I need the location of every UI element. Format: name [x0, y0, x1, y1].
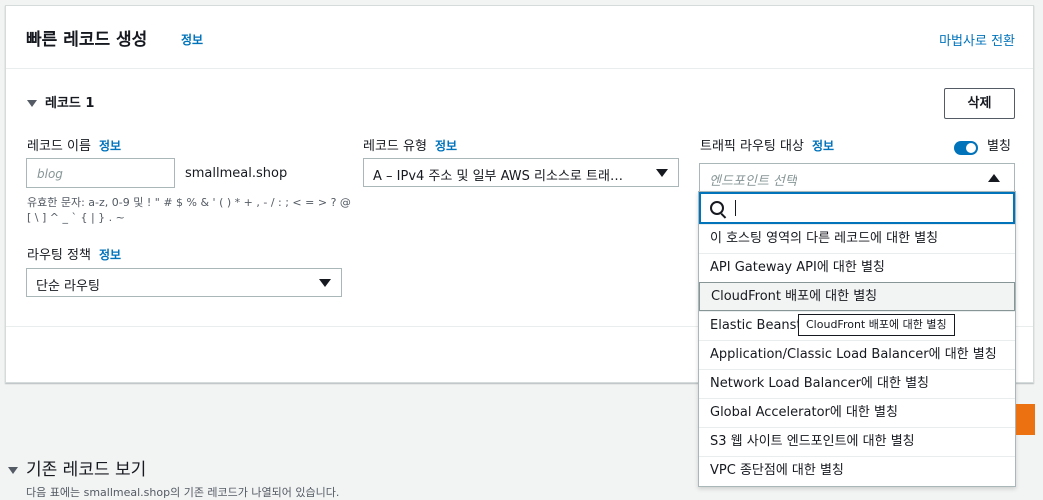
routing-policy-label: 라우팅 정책 정보: [27, 244, 121, 263]
endpoint-select[interactable]: 엔드포인트 선택: [699, 163, 1015, 193]
text-cursor: [735, 200, 736, 216]
record-type-label-text: 레코드 유형: [363, 139, 427, 154]
option-api-gateway[interactable]: API Gateway API에 대한 별칭: [699, 253, 1015, 282]
record-type-info-link[interactable]: 정보: [435, 139, 457, 153]
caret-down-icon: [27, 100, 37, 107]
record-name-info-link[interactable]: 정보: [99, 139, 121, 153]
valid-chars-line2: [ \ ] ^ _ ` { | } . ~: [27, 211, 125, 224]
option-tooltip: CloudFront 배포에 대한 별칭: [798, 314, 955, 336]
traffic-target-label: 트래픽 라우팅 대상 정보: [700, 135, 834, 154]
traffic-target-label-text: 트래픽 라우팅 대상: [700, 139, 804, 154]
valid-chars-line1: 유효한 문자: a-z, 0-9 및 ! " # $ % & ' ( ) * +…: [27, 196, 351, 209]
option-network-load-balancer[interactable]: Network Load Balancer에 대한 별칭: [699, 369, 1015, 398]
valid-chars-hint: 유효한 문자: a-z, 0-9 및 ! " # $ % & ' ( ) * +…: [27, 195, 351, 225]
record-type-value: A – IPv4 주소 및 일부 AWS 리소스로 트래…: [373, 169, 623, 184]
existing-records-title: 기존 레코드 보기: [26, 460, 147, 480]
caret-down-icon: [656, 169, 668, 177]
endpoint-placeholder: 엔드포인트 선택: [709, 174, 797, 189]
routing-policy-select[interactable]: 단순 라우팅: [26, 268, 342, 297]
panel-header: 빠른 레코드 생성 정보 마법사로 전환: [6, 6, 1033, 69]
option-cloudfront[interactable]: CloudFront 배포에 대한 별칭: [699, 282, 1015, 311]
switch-to-wizard-link[interactable]: 마법사로 전환: [939, 30, 1015, 49]
record-name-label: 레코드 이름 정보: [27, 135, 121, 154]
caret-up-icon: [988, 174, 1000, 182]
option-s3-website[interactable]: S3 웹 사이트 엔드포인트에 대한 별칭: [699, 427, 1015, 456]
search-icon: [710, 201, 724, 215]
routing-policy-label-text: 라우팅 정책: [27, 248, 91, 263]
alias-label: 별칭: [987, 139, 1011, 154]
record-type-select[interactable]: A – IPv4 주소 및 일부 AWS 리소스로 트래…: [363, 158, 679, 187]
existing-records-description: 다음 표에는 smallmeal.shop의 기존 레코드가 나열되어 있습니다…: [26, 486, 340, 499]
caret-down-icon: [8, 466, 18, 474]
record-1-title: 레코드 1: [45, 96, 95, 111]
option-global-accelerator[interactable]: Global Accelerator에 대한 별칭: [699, 398, 1015, 427]
domain-suffix: smallmeal.shop: [185, 166, 288, 181]
delete-button[interactable]: 삭제: [944, 88, 1015, 119]
record-name-label-text: 레코드 이름: [27, 139, 91, 154]
record-type-label: 레코드 유형 정보: [363, 135, 457, 154]
endpoint-search-input[interactable]: [699, 192, 1015, 224]
option-application-load-balancer[interactable]: Application/Classic Load Balancer에 대한 별칭: [699, 340, 1015, 369]
caret-down-icon: [319, 279, 331, 287]
record-name-placeholder: blog: [37, 167, 63, 181]
record-name-input[interactable]: blog: [26, 158, 175, 188]
option-vpc-endpoint[interactable]: VPC 종단점에 대한 별칭: [699, 456, 1015, 485]
page-title: 빠른 레코드 생성: [26, 30, 148, 50]
record-1-toggle[interactable]: 레코드 1: [27, 92, 94, 111]
routing-policy-value: 단순 라우팅: [36, 279, 100, 294]
title-info-link[interactable]: 정보: [181, 31, 203, 48]
alias-toggle[interactable]: [954, 141, 978, 155]
traffic-target-info-link[interactable]: 정보: [812, 139, 834, 153]
existing-records-toggle[interactable]: 기존 레코드 보기: [8, 455, 146, 480]
routing-policy-info-link[interactable]: 정보: [99, 248, 121, 262]
create-records-button[interactable]: [1016, 404, 1035, 435]
toggle-knob: [966, 143, 976, 153]
option-hosted-zone-record[interactable]: 이 호스팅 영역의 다른 레코드에 대한 별칭: [699, 224, 1015, 253]
endpoint-dropdown: 이 호스팅 영역의 다른 레코드에 대한 별칭 API Gateway API에…: [698, 191, 1016, 487]
